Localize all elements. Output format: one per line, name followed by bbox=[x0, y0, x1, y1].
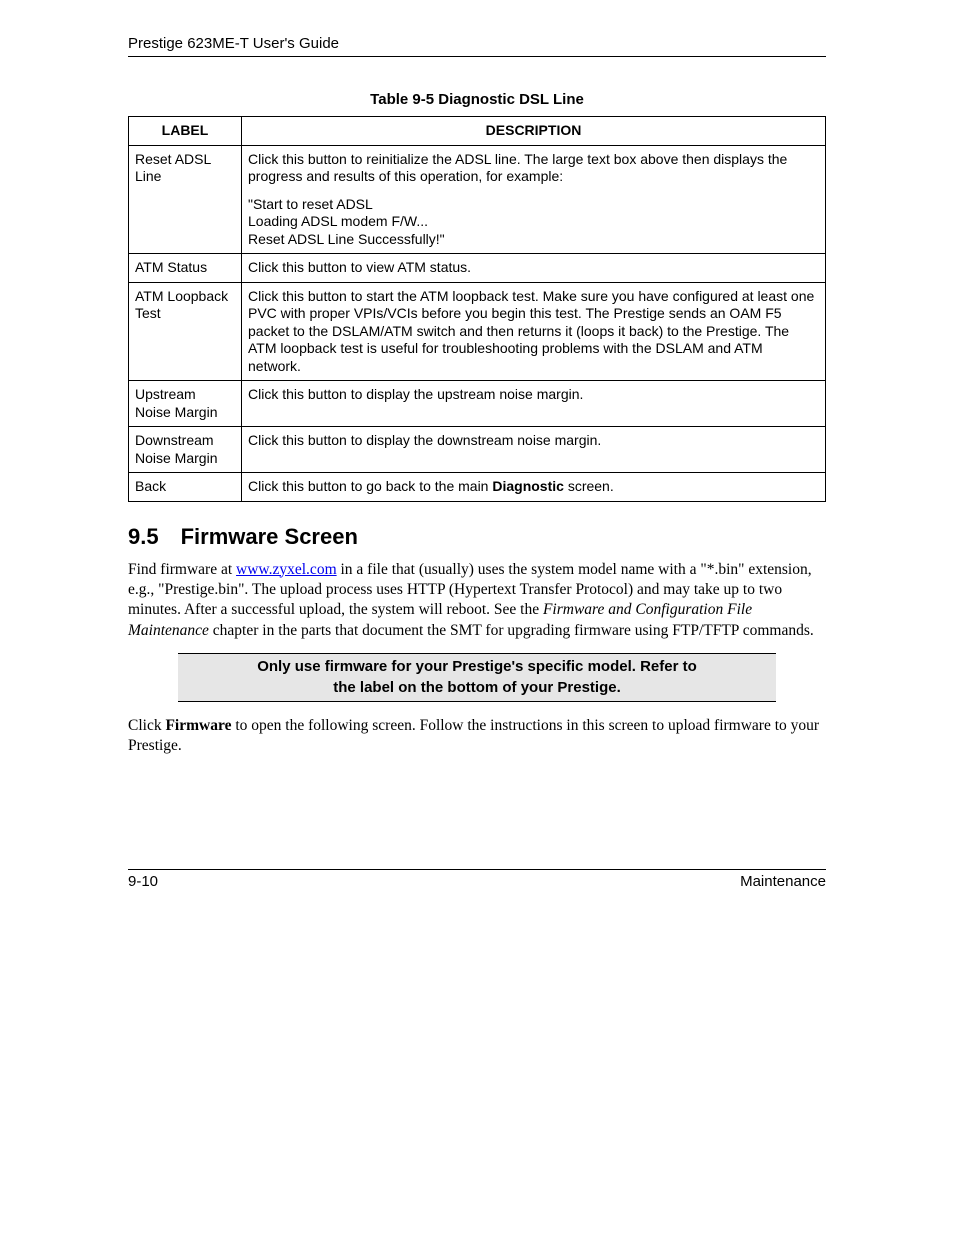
description-paragraph: "Start to reset ADSLLoading ADSL modem F… bbox=[248, 196, 819, 249]
zyxel-link[interactable]: www.zyxel.com bbox=[236, 561, 337, 578]
text: Find firmware at bbox=[128, 561, 236, 578]
description-paragraph: Click this button to reinitialize the AD… bbox=[248, 151, 819, 186]
page-header: Prestige 623ME-T User's Guide bbox=[128, 35, 826, 57]
page-footer: 9-10 Maintenance bbox=[128, 869, 826, 890]
table-row: Upstream Noise Margin Click this button t… bbox=[129, 381, 826, 427]
cell-label: Reset ADSL Line bbox=[129, 145, 242, 254]
text: Click bbox=[128, 717, 165, 734]
cell-label: ATM Status bbox=[129, 254, 242, 283]
cell-description: Click this button to start the ATM loopb… bbox=[242, 282, 826, 381]
firmware-intro-paragraph: Find firmware at www.zyxel.com in a file… bbox=[128, 560, 826, 642]
table-row: Downstream Noise Margin Click this button… bbox=[129, 427, 826, 473]
cell-description: Click this button to display the upstrea… bbox=[242, 381, 826, 427]
cell-label: ATM Loopback Test bbox=[129, 282, 242, 381]
table-row: Back Click this button to go back to the … bbox=[129, 473, 826, 502]
description-paragraph: Click this button to display the upstrea… bbox=[248, 386, 819, 404]
col-header-description: DESCRIPTION bbox=[242, 117, 826, 146]
cell-description: Click this button to go back to the main… bbox=[242, 473, 826, 502]
footer-page-number: 9-10 bbox=[128, 873, 158, 890]
cell-description: Click this button to reinitialize the AD… bbox=[242, 145, 826, 254]
description-paragraph: Click this button to display the downstr… bbox=[248, 432, 819, 450]
firmware-click-paragraph: Click Firmware to open the following scr… bbox=[128, 716, 826, 757]
table-row: ATM Loopback TestClick this button to st… bbox=[129, 282, 826, 381]
section-number: 9.5 bbox=[128, 524, 159, 549]
text: to open the following screen. Follow the… bbox=[128, 717, 819, 754]
cell-label: Downstream Noise Margin bbox=[129, 427, 242, 473]
table-caption: Table 9-5 Diagnostic DSL Line bbox=[128, 91, 826, 108]
cell-label: Upstream Noise Margin bbox=[129, 381, 242, 427]
diagnostic-table: LABEL DESCRIPTION Reset ADSL LineClick t… bbox=[128, 116, 826, 502]
section-title: Firmware Screen bbox=[181, 524, 358, 549]
cell-description: Click this button to display the downstr… bbox=[242, 427, 826, 473]
section-heading: 9.5 Firmware Screen bbox=[128, 524, 826, 550]
description-paragraph: Click this button to start the ATM loopb… bbox=[248, 288, 819, 376]
description-paragraph: Click this button to go back to the main… bbox=[248, 478, 819, 496]
warning-callout: Only use firmware for your Prestige's sp… bbox=[178, 653, 776, 702]
cell-description: Click this button to view ATM status. bbox=[242, 254, 826, 283]
footer-section: Maintenance bbox=[740, 873, 826, 890]
col-header-label: LABEL bbox=[129, 117, 242, 146]
table-row: ATM Status Click this button to view ATM … bbox=[129, 254, 826, 283]
cell-label: Back bbox=[129, 473, 242, 502]
table-row: Reset ADSL LineClick this button to rein… bbox=[129, 145, 826, 254]
table-header-row: LABEL DESCRIPTION bbox=[129, 117, 826, 146]
description-paragraph: Click this button to view ATM status. bbox=[248, 259, 819, 277]
text: chapter in the parts that document the S… bbox=[209, 622, 814, 639]
bold-text: Firmware bbox=[165, 717, 231, 734]
